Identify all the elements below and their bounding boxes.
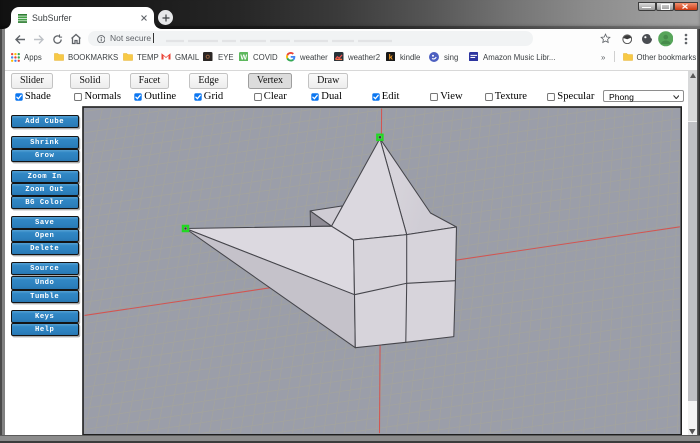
svg-text:W: W (240, 53, 247, 61)
